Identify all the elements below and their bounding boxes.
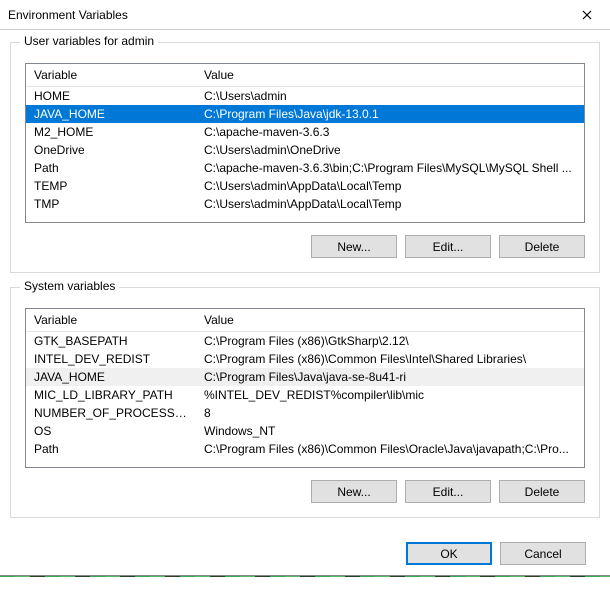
system-delete-button[interactable]: Delete <box>499 480 585 503</box>
user-rows-container: HOMEC:\Users\adminJAVA_HOMEC:\Program Fi… <box>26 87 584 213</box>
user-variables-label: User variables for admin <box>20 34 158 48</box>
value-cell: 8 <box>196 404 584 422</box>
value-cell: C:\Program Files (x86)\Common Files\Orac… <box>196 440 584 458</box>
user-edit-button[interactable]: Edit... <box>405 235 491 258</box>
list-header: Variable Value <box>26 64 584 87</box>
user-new-button[interactable]: New... <box>311 235 397 258</box>
table-row[interactable]: PathC:\Program Files (x86)\Common Files\… <box>26 440 584 458</box>
close-icon[interactable] <box>564 0 610 30</box>
user-delete-button[interactable]: Delete <box>499 235 585 258</box>
variable-cell: OneDrive <box>26 141 196 159</box>
value-cell: C:\apache-maven-3.6.3 <box>196 123 584 141</box>
table-row[interactable]: OSWindows_NT <box>26 422 584 440</box>
value-cell: C:\Program Files (x86)\Common Files\Inte… <box>196 350 584 368</box>
cancel-button[interactable]: Cancel <box>500 542 586 565</box>
window-title: Environment Variables <box>8 8 128 22</box>
variable-cell: GTK_BASEPATH <box>26 332 196 350</box>
column-header-value[interactable]: Value <box>196 64 584 86</box>
system-variables-list[interactable]: Variable Value GTK_BASEPATHC:\Program Fi… <box>25 308 585 468</box>
variable-cell: Path <box>26 159 196 177</box>
value-cell: Windows_NT <box>196 422 584 440</box>
variable-cell: JAVA_HOME <box>26 105 196 123</box>
system-variables-group: System variables Variable Value GTK_BASE… <box>10 287 600 518</box>
variable-cell: JAVA_HOME <box>26 368 196 386</box>
value-cell: C:\Users\admin <box>196 87 584 105</box>
variable-cell: HOME <box>26 87 196 105</box>
column-header-variable[interactable]: Variable <box>26 64 196 86</box>
table-row[interactable]: PathC:\apache-maven-3.6.3\bin;C:\Program… <box>26 159 584 177</box>
system-variables-label: System variables <box>20 279 119 293</box>
value-cell: C:\Program Files\Java\jdk-13.0.1 <box>196 105 584 123</box>
variable-cell: OS <box>26 422 196 440</box>
table-row[interactable]: HOMEC:\Users\admin <box>26 87 584 105</box>
table-row[interactable]: TEMPC:\Users\admin\AppData\Local\Temp <box>26 177 584 195</box>
table-row[interactable]: GTK_BASEPATHC:\Program Files (x86)\GtkSh… <box>26 332 584 350</box>
titlebar: Environment Variables <box>0 0 610 30</box>
system-new-button[interactable]: New... <box>311 480 397 503</box>
column-header-value[interactable]: Value <box>196 309 584 331</box>
value-cell: C:\Users\admin\AppData\Local\Temp <box>196 195 584 213</box>
ok-button[interactable]: OK <box>406 542 492 565</box>
value-cell: C:\Program Files\Java\java-se-8u41-ri <box>196 368 584 386</box>
table-row[interactable]: JAVA_HOMEC:\Program Files\Java\java-se-8… <box>26 368 584 386</box>
variable-cell: NUMBER_OF_PROCESSORS <box>26 404 196 422</box>
table-row[interactable]: MIC_LD_LIBRARY_PATH%INTEL_DEV_REDIST%com… <box>26 386 584 404</box>
user-variables-list[interactable]: Variable Value HOMEC:\Users\adminJAVA_HO… <box>25 63 585 223</box>
variable-cell: TEMP <box>26 177 196 195</box>
window-border-decoration <box>0 575 610 577</box>
value-cell: C:\Program Files (x86)\GtkSharp\2.12\ <box>196 332 584 350</box>
column-header-variable[interactable]: Variable <box>26 309 196 331</box>
value-cell: C:\Users\admin\AppData\Local\Temp <box>196 177 584 195</box>
list-header: Variable Value <box>26 309 584 332</box>
table-row[interactable]: JAVA_HOMEC:\Program Files\Java\jdk-13.0.… <box>26 105 584 123</box>
variable-cell: TMP <box>26 195 196 213</box>
value-cell: C:\Users\admin\OneDrive <box>196 141 584 159</box>
user-variables-group: User variables for admin Variable Value … <box>10 42 600 273</box>
variable-cell: MIC_LD_LIBRARY_PATH <box>26 386 196 404</box>
table-row[interactable]: INTEL_DEV_REDISTC:\Program Files (x86)\C… <box>26 350 584 368</box>
system-edit-button[interactable]: Edit... <box>405 480 491 503</box>
value-cell: %INTEL_DEV_REDIST%compiler\lib\mic <box>196 386 584 404</box>
variable-cell: INTEL_DEV_REDIST <box>26 350 196 368</box>
table-row[interactable]: OneDriveC:\Users\admin\OneDrive <box>26 141 584 159</box>
table-row[interactable]: NUMBER_OF_PROCESSORS8 <box>26 404 584 422</box>
table-row[interactable]: TMPC:\Users\admin\AppData\Local\Temp <box>26 195 584 213</box>
value-cell: C:\apache-maven-3.6.3\bin;C:\Program Fil… <box>196 159 584 177</box>
table-row[interactable]: M2_HOMEC:\apache-maven-3.6.3 <box>26 123 584 141</box>
system-rows-container: GTK_BASEPATHC:\Program Files (x86)\GtkSh… <box>26 332 584 458</box>
variable-cell: Path <box>26 440 196 458</box>
variable-cell: M2_HOME <box>26 123 196 141</box>
